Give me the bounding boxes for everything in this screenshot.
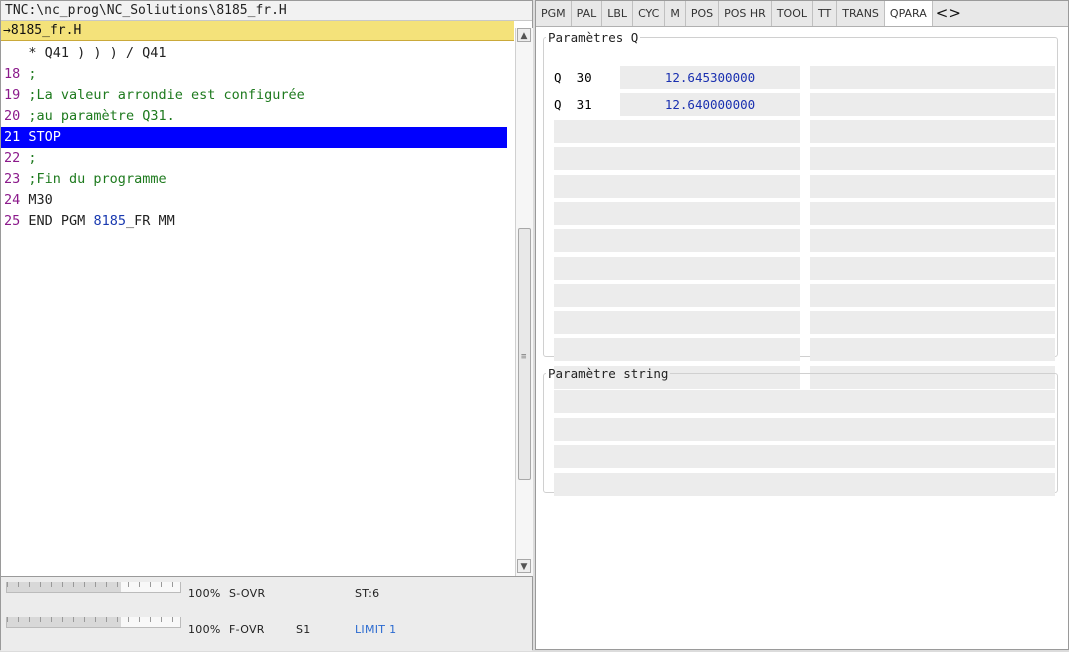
q-param-cell[interactable] <box>810 174 1055 198</box>
q-param-cell[interactable] <box>554 120 800 143</box>
code-text: ;La valeur arrondie est configurée <box>28 87 305 103</box>
code-line[interactable]: * Q41 ) ) ) / Q41 <box>1 43 507 64</box>
q-param-cell[interactable] <box>554 201 800 225</box>
q-param-cell[interactable] <box>810 229 1055 253</box>
spindle-label: S1 <box>296 623 311 636</box>
s-ovr-percent: 100% <box>188 587 221 600</box>
code-text: ; <box>28 150 37 166</box>
st-value: ST:6 <box>355 587 380 600</box>
f-ovr-percent: 100% <box>188 623 221 636</box>
q-param-cell[interactable] <box>810 201 1055 225</box>
f-ovr-label: F-OVR <box>229 623 265 636</box>
s-ovr-label: S-OVR <box>229 587 266 600</box>
program-editor-panel: TNC:\nc_prog\NC_Soliutions\8185_fr.H →81… <box>0 0 533 651</box>
line-number: 19 <box>4 87 21 103</box>
q-parameters-title: Paramètres Q <box>548 30 639 45</box>
q-param-cell[interactable] <box>810 256 1055 280</box>
code-line[interactable]: 24 M30 <box>1 190 507 211</box>
line-number: 23 <box>4 171 21 187</box>
string-param-cell[interactable] <box>554 390 1055 413</box>
code-text: _FR MM <box>125 213 175 229</box>
q-param-cell[interactable] <box>554 311 800 335</box>
string-param-cell[interactable] <box>554 473 1055 496</box>
status-tabs-panel: PGM PAL LBL CYC M POS POS HR TOOL TT TRA… <box>535 0 1069 650</box>
tab-scroll-arrows-icon[interactable]: <> <box>933 1 964 26</box>
line-number: 25 <box>4 213 21 229</box>
f-ovr-bar <box>6 617 181 628</box>
line-number: 24 <box>4 192 21 208</box>
file-path: TNC:\nc_prog\NC_Soliutions\8185_fr.H <box>1 1 532 21</box>
q-param-cell[interactable] <box>554 283 800 307</box>
string-parameters-title: Paramètre string <box>548 366 669 381</box>
limit-label: LIMIT 1 <box>355 623 397 636</box>
q-param-value[interactable]: 12.645300000 <box>620 66 800 89</box>
q-param-cell[interactable] <box>810 66 1055 89</box>
tab-qpara[interactable]: QPARA <box>884 1 933 26</box>
tab-bar: PGM PAL LBL CYC M POS POS HR TOOL TT TRA… <box>536 1 1068 27</box>
line-number: 20 <box>4 108 21 124</box>
active-file-bar[interactable]: →8185_fr.H <box>1 21 514 41</box>
code-line[interactable]: 18 ; <box>1 64 507 85</box>
q-param-cell[interactable] <box>554 229 800 253</box>
code-text: ; <box>28 66 37 82</box>
q-param-value[interactable]: 12.640000000 <box>620 93 800 116</box>
string-param-cell[interactable] <box>554 445 1055 468</box>
scroll-down-icon[interactable]: ▼ <box>517 559 531 573</box>
program-number: 8185 <box>93 213 126 229</box>
tab-tool[interactable]: TOOL <box>772 1 813 26</box>
tab-cyc[interactable]: CYC <box>633 1 666 26</box>
code-view[interactable]: * Q41 ) ) ) / Q41 18 ; 19 ;La valeur arr… <box>1 43 507 232</box>
s-ovr-bar <box>6 582 181 593</box>
q-param-cell[interactable] <box>554 147 800 171</box>
q-param-cell[interactable] <box>554 174 800 198</box>
tab-pgm[interactable]: PGM <box>536 1 572 26</box>
code-text: ;Fin du programme <box>28 171 167 187</box>
scroll-thumb[interactable]: ≡ <box>518 228 531 480</box>
q-param-cell[interactable] <box>810 338 1055 362</box>
q-param-cell[interactable] <box>810 120 1055 143</box>
q-parameters-group: Paramètres Q Q 30 12.645300000 Q 31 12.6… <box>543 30 1058 389</box>
q-param-cell[interactable] <box>810 311 1055 335</box>
code-line-selected[interactable]: 21 STOP <box>1 127 507 148</box>
status-area: 100% S-OVR ST:6 100% F-OVR S1 LIMIT 1 <box>1 576 532 651</box>
code-line[interactable]: 19 ;La valeur arrondie est configurée <box>1 85 507 106</box>
q-param-label: Q 31 <box>554 97 592 112</box>
tab-trans[interactable]: TRANS <box>837 1 885 26</box>
line-number: 22 <box>4 150 21 166</box>
code-line[interactable]: 23 ;Fin du programme <box>1 169 507 190</box>
code-text: ;au paramètre Q31. <box>28 108 175 124</box>
tab-lbl[interactable]: LBL <box>602 1 634 26</box>
vertical-scrollbar[interactable]: ▲ ≡ ▼ <box>515 28 533 576</box>
tab-m[interactable]: M <box>665 1 686 26</box>
q-param-label: Q 30 <box>554 70 592 85</box>
string-parameters-group: Paramètre string <box>543 366 1058 496</box>
tab-pal[interactable]: PAL <box>572 1 603 26</box>
q-param-cell[interactable] <box>810 93 1055 116</box>
q-param-cell[interactable] <box>554 338 800 362</box>
code-line[interactable]: 22 ; <box>1 148 507 169</box>
q-param-cell[interactable] <box>810 283 1055 307</box>
line-number: 18 <box>4 66 21 82</box>
tab-tt[interactable]: TT <box>813 1 838 26</box>
code-line[interactable]: 20 ;au paramètre Q31. <box>1 106 507 127</box>
q-param-cell[interactable] <box>554 256 800 280</box>
scroll-up-icon[interactable]: ▲ <box>517 28 531 42</box>
code-text: END PGM <box>28 213 94 229</box>
code-text: M30 <box>28 192 53 208</box>
code-text: * Q41 ) ) ) / Q41 <box>4 45 167 61</box>
q-param-cell[interactable] <box>810 147 1055 171</box>
tab-pos[interactable]: POS <box>686 1 720 26</box>
code-line[interactable]: 25 END PGM 8185_FR MM <box>1 211 507 232</box>
string-param-cell[interactable] <box>554 418 1055 441</box>
line-number: 21 <box>4 129 21 145</box>
tab-pos-hr[interactable]: POS HR <box>719 1 772 26</box>
grip-icon: ≡ <box>521 352 527 362</box>
code-text: STOP <box>28 129 61 145</box>
